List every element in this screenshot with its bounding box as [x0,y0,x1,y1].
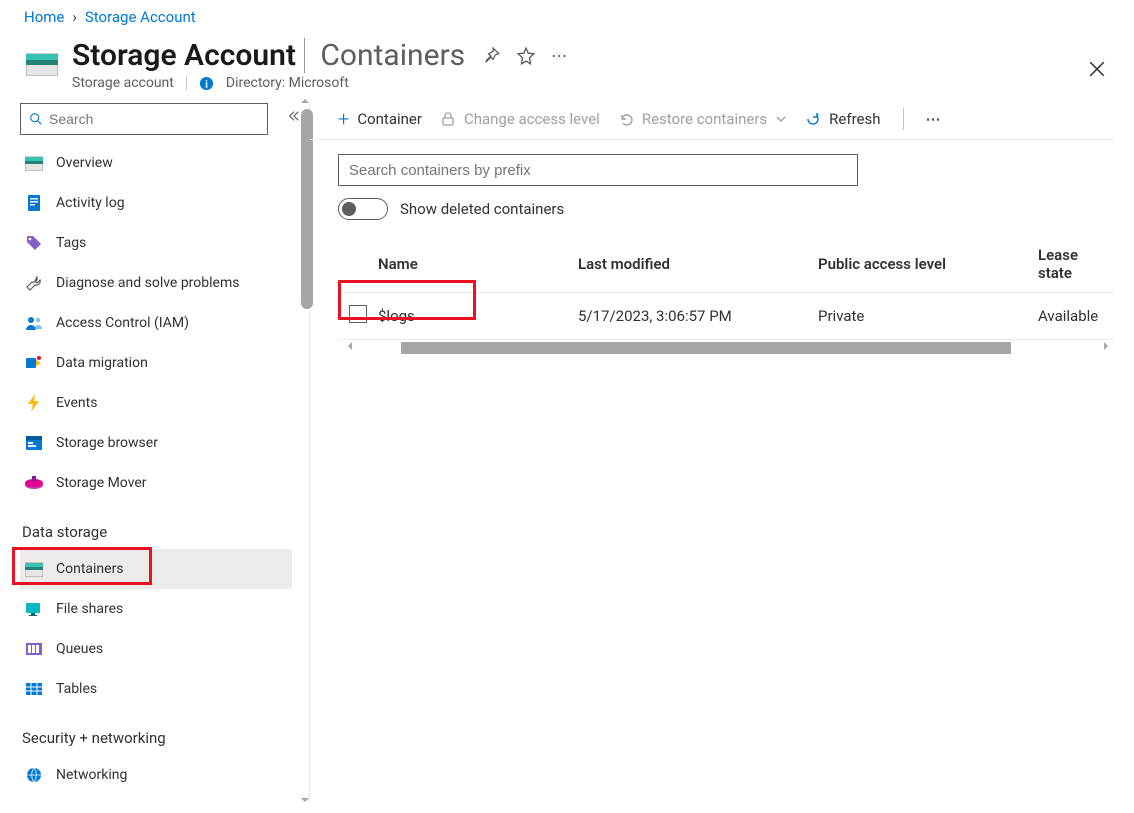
storage-icon [24,559,44,579]
mover-icon [24,473,44,493]
scroll-right-icon[interactable] [1100,340,1112,352]
breadcrumb-home[interactable]: Home [24,8,64,26]
add-container-button[interactable]: + Container [338,107,422,131]
change-access-button: Change access level [440,110,600,128]
nav-item-overview[interactable]: Overview [20,143,292,183]
nav-item-label: Access Control (IAM) [56,315,189,331]
people-icon [24,313,44,333]
col-header-name[interactable]: Name [378,236,578,293]
svg-text:i: i [205,79,208,90]
nav-item-activity-log[interactable]: Activity log [20,183,292,223]
cell-name[interactable]: $logs [378,293,578,340]
col-header-modified[interactable]: Last modified [578,236,818,293]
container-search [338,154,858,186]
row-checkbox[interactable] [349,305,367,323]
nav-item-label: Queues [56,641,103,657]
nav-group-security: Security + networking [22,729,292,747]
sidebar-search [20,103,268,135]
refresh-button[interactable]: Refresh [805,110,880,128]
nav-item-access-control-iam-[interactable]: Access Control (IAM) [20,303,292,343]
nav-item-events[interactable]: Events [20,383,292,423]
container-search-input[interactable] [349,162,847,179]
plus-icon: + [338,107,349,131]
table-row[interactable]: $logs5/17/2023, 3:06:57 PMPrivateAvailab… [338,293,1114,340]
cell-lease: Available [1038,293,1114,340]
nav-item-tables[interactable]: Tables [20,669,292,709]
containers-table: Name Last modified Public access level L… [310,236,1114,358]
page-header: Storage Account Containers ⋯ Storage acc… [0,34,1134,99]
page-title: Storage Account [72,38,296,73]
table-icon [24,679,44,699]
nav-item-label: Containers [56,561,124,577]
wrench-icon [24,273,44,293]
nav-item-label: Storage Mover [56,475,147,491]
nav-item-storage-mover[interactable]: Storage Mover [20,463,292,503]
nav-item-label: Networking [56,767,127,783]
nav-item-label: Storage browser [56,435,158,451]
close-icon[interactable] [1088,60,1106,78]
nav-item-label: Diagnose and solve problems [56,275,239,291]
horizontal-scrollbar[interactable] [338,342,1114,358]
chevron-right-icon: › [72,8,77,26]
cell-access: Private [818,293,1038,340]
info-icon: i [199,76,214,91]
show-deleted-toggle[interactable] [338,198,388,220]
undo-icon [618,111,634,127]
nav-item-diagnose-and-solve-problems[interactable]: Diagnose and solve problems [20,263,292,303]
chevron-down-icon [775,113,787,125]
search-icon [29,112,43,126]
nav-item-label: Data migration [56,355,148,371]
globe-icon [24,765,44,785]
storage-icon [24,153,44,173]
nav-item-label: Overview [56,155,113,171]
restore-containers-button: Restore containers [618,110,787,128]
nav-item-label: File shares [56,601,123,617]
nav-item-label: Tags [56,235,86,251]
nav-group-data-storage: Data storage [22,523,292,541]
nav-item-containers[interactable]: Containers [20,549,292,589]
collapse-sidebar-icon[interactable] [287,109,292,123]
command-bar: + Container Change access level Restore … [310,99,1114,140]
migration-icon [24,353,44,373]
nav-item-label: Events [56,395,97,411]
nav-item-label: Activity log [56,195,125,211]
nav-item-file-shares[interactable]: File shares [20,589,292,629]
browser-icon [24,433,44,453]
directory-label: Directory: Microsoft [226,75,349,91]
more-icon[interactable]: ⋯ [551,46,567,65]
lock-icon [440,111,456,127]
bolt-icon [24,393,44,413]
page-subtitle: Containers [304,38,465,73]
breadcrumb: Home › Storage Account [0,0,1134,34]
nav-item-data-migration[interactable]: Data migration [20,343,292,383]
resource-type-label: Storage account [72,75,174,91]
star-icon[interactable] [517,47,535,65]
breadcrumb-current[interactable]: Storage Account [85,8,196,26]
col-header-access[interactable]: Public access level [818,236,1038,293]
scroll-left-icon[interactable] [344,340,356,352]
log-icon [24,193,44,213]
show-deleted-label: Show deleted containers [400,200,564,218]
nav-item-networking[interactable]: Networking [20,755,292,795]
sidebar-search-input[interactable] [49,111,259,127]
fileshare-icon [24,599,44,619]
pin-icon[interactable] [483,47,501,65]
more-commands-button[interactable]: ⋯ [926,110,943,128]
refresh-icon [805,111,821,127]
tag-icon [24,233,44,253]
col-header-lease[interactable]: Lease state [1038,236,1114,293]
nav-item-tags[interactable]: Tags [20,223,292,263]
nav-item-storage-browser[interactable]: Storage browser [20,423,292,463]
cell-modified: 5/17/2023, 3:06:57 PM [578,293,818,340]
storage-account-icon [24,44,60,80]
nav-item-label: Tables [56,681,97,697]
queue-icon [24,639,44,659]
nav-item-queues[interactable]: Queues [20,629,292,669]
